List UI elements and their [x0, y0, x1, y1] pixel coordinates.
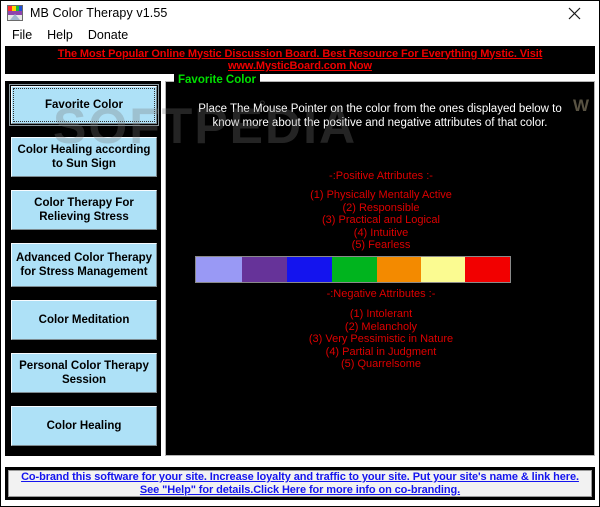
- top-ad-banner[interactable]: The Most Popular Online Mystic Discussio…: [5, 46, 595, 74]
- sidebar-item-color-therapy-relieving-stress[interactable]: Color Therapy For Relieving Stress: [11, 190, 157, 230]
- favorite-color-panel: Favorite Color Place The Mouse Pointer o…: [165, 74, 595, 456]
- sidebar-item-label: Advanced Color Therapy for Stress Manage…: [15, 252, 153, 278]
- close-icon[interactable]: [557, 1, 591, 25]
- sidebar-item-label: Color Healing according to Sun Sign: [17, 144, 151, 170]
- list-item: (2) Melancholy: [344, 320, 418, 333]
- swatch-red[interactable]: [465, 257, 510, 282]
- sidebar-item-label: Color Healing: [46, 420, 122, 432]
- swatch-periwinkle[interactable]: [196, 257, 242, 282]
- cobrand-banner[interactable]: Co-brand this software for your site. In…: [5, 467, 595, 500]
- palette-icon: [7, 5, 23, 21]
- menu-item-help[interactable]: Help: [43, 27, 81, 44]
- list-item: (2) Responsible: [342, 201, 420, 214]
- positive-attributes-block: -:Positive Attributes :- (1) Physically …: [178, 170, 584, 252]
- negative-attributes-list: (1) Intolerant (2) Melancholy (3) Very P…: [178, 300, 584, 371]
- sidebar-item-color-meditation[interactable]: Color Meditation: [11, 300, 157, 340]
- menu-item-file[interactable]: File: [8, 27, 40, 44]
- top-ad-banner-text: The Most Popular Online Mystic Discussio…: [57, 47, 543, 73]
- positive-attributes-list: (1) Physically Mentally Active (2) Respo…: [178, 182, 584, 252]
- cobrand-link[interactable]: Co-brand this software for your site. In…: [9, 471, 591, 496]
- app-window: MB Color Therapy v1.55 File Help Donate …: [0, 0, 600, 507]
- window-title: MB Color Therapy v1.55: [30, 6, 168, 20]
- swatch-orange[interactable]: [376, 257, 422, 282]
- negative-attributes-heading: -:Negative Attributes :-: [326, 288, 436, 300]
- sidebar: Favorite Color Color Healing according t…: [5, 81, 161, 456]
- negative-attributes-block: -:Negative Attributes :- (1) Intolerant …: [178, 288, 584, 371]
- swatch-green[interactable]: [331, 257, 377, 282]
- cobrand-banner-inner: Co-brand this software for your site. In…: [8, 470, 592, 497]
- list-item: (1) Intolerant: [349, 308, 413, 320]
- sidebar-item-label: Personal Color Therapy Session: [19, 360, 149, 386]
- sidebar-item-label: Color Meditation: [38, 314, 130, 326]
- swatch-light-yellow[interactable]: [421, 257, 466, 282]
- list-item: (4) Partial in Judgment: [325, 345, 437, 358]
- sidebar-item-label: Color Therapy For Relieving Stress: [34, 197, 134, 223]
- panel-body: Place The Mouse Pointer on the color fro…: [166, 82, 594, 455]
- swatch-purple[interactable]: [241, 257, 288, 282]
- sidebar-item-color-healing-sun-sign[interactable]: Color Healing according to Sun Sign: [11, 137, 157, 177]
- sidebar-item-color-healing[interactable]: Color Healing: [11, 406, 157, 446]
- sidebar-item-advanced-color-therapy[interactable]: Advanced Color Therapy for Stress Manage…: [11, 243, 157, 287]
- sidebar-item-personal-color-therapy-session[interactable]: Personal Color Therapy Session: [11, 353, 157, 393]
- list-item: (3) Very Pessimistic in Nature: [308, 333, 454, 345]
- menu-item-donate[interactable]: Donate: [84, 27, 136, 44]
- list-item: (5) Fearless: [351, 239, 411, 251]
- menu-bar: File Help Donate: [1, 25, 599, 45]
- positive-attributes-heading: -:Positive Attributes :-: [329, 170, 433, 182]
- list-item: (1) Physically Mentally Active: [310, 189, 452, 201]
- sidebar-item-label: Favorite Color: [45, 99, 123, 111]
- sidebar-item-favorite-color[interactable]: Favorite Color: [9, 84, 159, 126]
- title-bar: MB Color Therapy v1.55: [1, 1, 599, 25]
- list-item: (5) Quarrelsome: [340, 358, 422, 370]
- instruction-text: Place The Mouse Pointer on the color fro…: [198, 103, 562, 129]
- list-item: (3) Practical and Logical: [321, 214, 440, 226]
- swatch-blue[interactable]: [287, 257, 332, 282]
- list-item: (4) Intuitive: [353, 226, 409, 239]
- color-swatch-strip[interactable]: [195, 256, 511, 283]
